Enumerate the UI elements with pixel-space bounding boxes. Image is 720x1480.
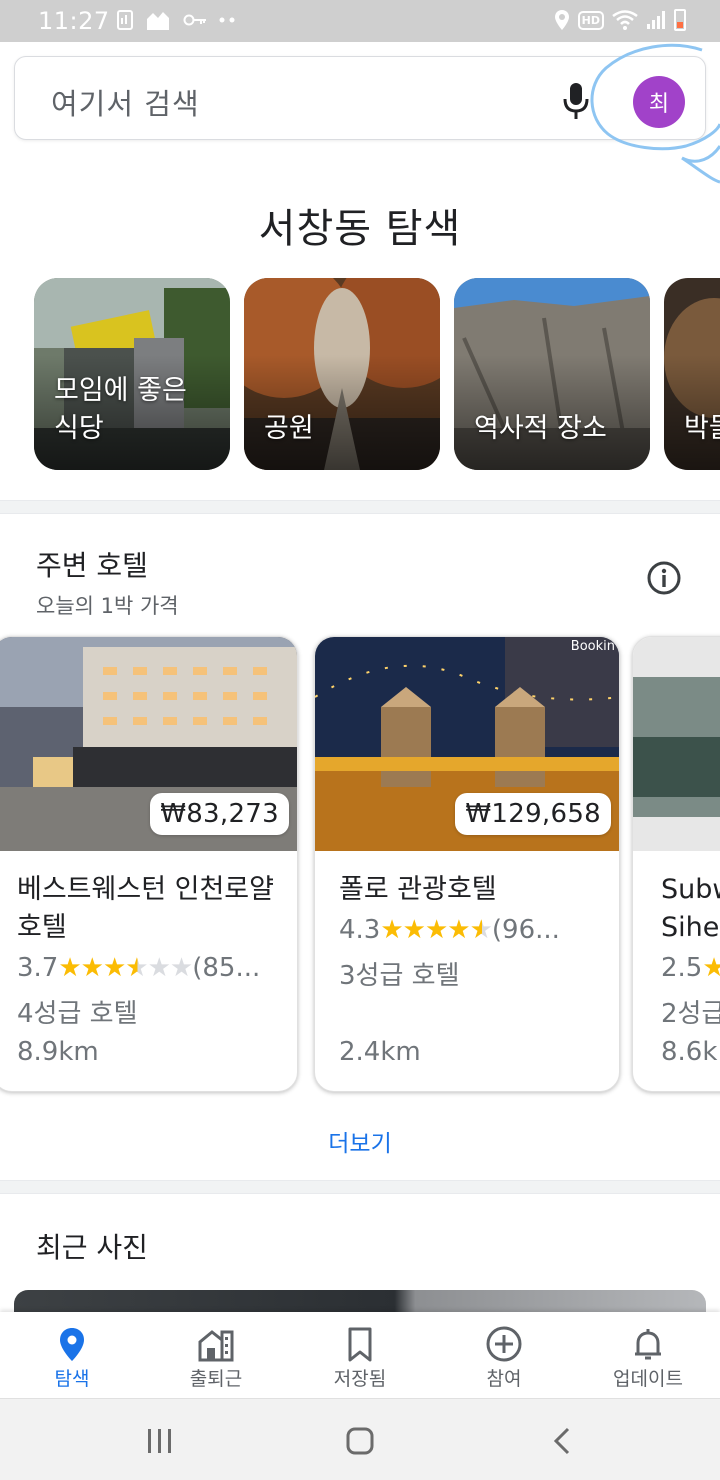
hd-icon: HD <box>577 10 604 30</box>
rating-value: 2.5 <box>661 953 703 983</box>
commute-icon <box>198 1330 234 1362</box>
wifi-icon <box>612 10 638 30</box>
category-carousel[interactable]: 모임에 좋은 식당 공원 역사적 장소 박 <box>34 278 720 470</box>
nav-label: 참여 <box>486 1368 522 1390</box>
category-card-parks[interactable]: 공원 <box>244 278 440 470</box>
nav-saved[interactable]: 저장됨 <box>288 1312 432 1398</box>
category-label: 역사적 장소 <box>474 413 607 444</box>
location-icon <box>554 10 569 30</box>
rating-stars: ★★★★★★ <box>58 953 193 983</box>
hotel-class: 2성급 <box>661 999 720 1029</box>
nav-label: 출퇴근 <box>189 1368 243 1390</box>
bell-icon <box>635 1329 661 1360</box>
status-system-icons: HD <box>554 9 686 31</box>
avatar[interactable]: 최 <box>633 76 685 128</box>
hotel-rating: 3.7★★★★★★(85... <box>17 953 281 983</box>
screen: 11:27 HD 여기서 검색 최 서창동 탐색 모임에 좋은 식당 공원 역사… <box>0 0 720 1480</box>
status-notification-icons <box>117 9 237 31</box>
battery-icon <box>674 9 686 31</box>
more-dots-icon <box>219 17 235 23</box>
hotel-distance: 8.9km <box>17 1037 99 1067</box>
review-count: (96... <box>491 915 560 945</box>
category-label: 모임에 좋은 식당 <box>54 375 187 444</box>
hotel-name: 베스트웨스턴 인천로얄호텔 <box>17 874 274 943</box>
category-card-restaurants[interactable]: 모임에 좋은 식당 <box>34 278 230 470</box>
signal-icon <box>647 11 665 29</box>
rating-value: 4.3 <box>339 915 381 945</box>
category-label: 공원 <box>264 413 314 444</box>
hotel-rating: 4.3★★★★★(96... <box>339 915 603 945</box>
back-icon[interactable] <box>544 1421 584 1461</box>
hotel-photo <box>633 637 720 851</box>
more-hotels-link[interactable]: 더보기 <box>0 1124 720 1158</box>
review-count: (85... <box>192 953 261 983</box>
nav-updates[interactable]: 업데이트 <box>576 1312 720 1398</box>
search-bar[interactable]: 여기서 검색 최 <box>14 56 706 140</box>
nav-label: 저장됨 <box>333 1368 387 1390</box>
nav-explore[interactable]: 탐색 <box>0 1312 144 1398</box>
nav-label: 탐색 <box>54 1368 90 1390</box>
hotels-title: 주변 호텔 <box>36 549 148 582</box>
hotel-class: 4성급 호텔 <box>17 999 138 1029</box>
hotel-name: 폴로 관광호텔 <box>339 874 497 905</box>
rating-stars: ★★★★★ <box>380 915 493 945</box>
home-person-icon <box>147 12 169 30</box>
hotel-card[interactable]: Subw Sihe 2.5★ 2성급 8.6k <box>632 636 720 1092</box>
bottom-nav: 탐색 출퇴근 저장됨 참여 업데이트 <box>0 1312 720 1398</box>
status-bar: 11:27 HD <box>0 0 720 42</box>
category-card-museums[interactable]: 박물 <box>664 278 720 470</box>
recent-apps-icon[interactable] <box>140 1421 180 1461</box>
nav-label: 업데이트 <box>613 1368 683 1390</box>
hotel-price: ₩83,273 <box>150 793 289 835</box>
explore-title: 서창동 탐색 <box>258 206 462 252</box>
section-divider <box>0 500 720 514</box>
hotel-class: 3성급 호텔 <box>339 961 460 991</box>
rating-value: 3.7 <box>17 953 59 983</box>
hotels-subtitle: 오늘의 1박 가격 <box>36 594 179 618</box>
hotel-distance: 8.6k <box>661 1037 718 1067</box>
hotel-price: ₩129,658 <box>455 793 611 835</box>
status-time: 11:27 <box>38 7 110 35</box>
system-nav-bar <box>0 1398 720 1480</box>
key-icon <box>183 14 206 26</box>
nav-commute[interactable]: 출퇴근 <box>144 1312 288 1398</box>
nav-contribute[interactable]: 참여 <box>432 1312 576 1398</box>
gallery-icon <box>117 10 133 30</box>
hotel-name: Subw Sihe <box>661 874 720 943</box>
search-input[interactable]: 여기서 검색 <box>51 81 200 123</box>
hotel-distance: 2.4km <box>339 1037 421 1067</box>
category-card-historic[interactable]: 역사적 장소 <box>454 278 650 470</box>
explore-pin-icon <box>60 1328 84 1361</box>
home-icon[interactable] <box>340 1421 380 1461</box>
bookmark-icon <box>348 1327 372 1362</box>
mic-icon[interactable] <box>561 79 591 121</box>
avatar-initial: 최 <box>648 92 670 117</box>
hotel-card[interactable]: ₩83,273 베스트웨스턴 인천로얄호텔 3.7★★★★★★(85... 4성… <box>0 636 298 1092</box>
add-circle-icon <box>486 1326 522 1362</box>
section-divider <box>0 1180 720 1194</box>
category-label: 박물 <box>684 413 720 444</box>
recent-photos-title: 최근 사진 <box>36 1231 148 1264</box>
rating-stars: ★ <box>702 953 720 983</box>
info-icon[interactable] <box>646 560 682 596</box>
hotel-card[interactable]: Bookin ₩129,658 폴로 관광호텔 4.3★★★★★(96... 3… <box>314 636 620 1092</box>
photo-watermark: Bookin <box>570 639 615 654</box>
hotel-rating: 2.5★ <box>661 953 720 983</box>
